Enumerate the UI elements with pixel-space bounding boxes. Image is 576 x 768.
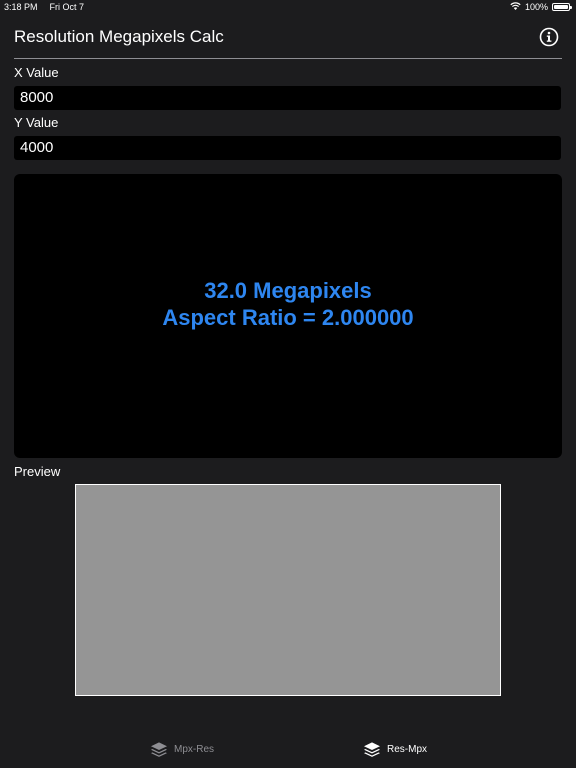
battery-percent: 100% xyxy=(524,2,548,12)
tab-res-mpx[interactable]: Res-Mpx xyxy=(363,740,427,758)
preview-rectangle xyxy=(75,484,501,696)
preview-label: Preview xyxy=(14,464,61,479)
megapixels-result: 32.0 Megapixels xyxy=(204,278,372,303)
tab-bar: Mpx-Res Res-Mpx xyxy=(0,732,576,768)
x-value-input[interactable]: 8000 xyxy=(14,86,561,110)
page-title: Resolution Megapixels Calc xyxy=(14,27,224,46)
result-panel: 32.0 Megapixels Aspect Ratio = 2.000000 xyxy=(14,174,562,458)
status-date: Fri Oct 7 xyxy=(49,2,85,12)
x-value-label: X Value xyxy=(14,65,59,80)
info-button[interactable] xyxy=(539,27,559,47)
layers-icon xyxy=(151,742,167,757)
result-text: 32.0 Megapixels Aspect Ratio = 2.000000 xyxy=(14,277,562,331)
info-icon xyxy=(539,27,559,47)
wifi-icon xyxy=(510,0,521,14)
y-value-input[interactable]: 4000 xyxy=(14,136,561,160)
battery-icon xyxy=(552,3,572,11)
nav-header: Resolution Megapixels Calc xyxy=(14,20,562,59)
aspect-ratio-result: Aspect Ratio = 2.000000 xyxy=(162,305,414,330)
tab-res-mpx-label: Res-Mpx xyxy=(387,743,428,755)
y-value-label: Y Value xyxy=(14,115,59,130)
layers-icon xyxy=(364,742,380,757)
status-bar: 3:18 PM Fri Oct 7 100% xyxy=(0,0,576,14)
status-time: 3:18 PM xyxy=(4,2,38,12)
tab-mpx-res-label: Mpx-Res xyxy=(174,743,215,755)
tab-mpx-res[interactable]: Mpx-Res xyxy=(150,740,214,758)
